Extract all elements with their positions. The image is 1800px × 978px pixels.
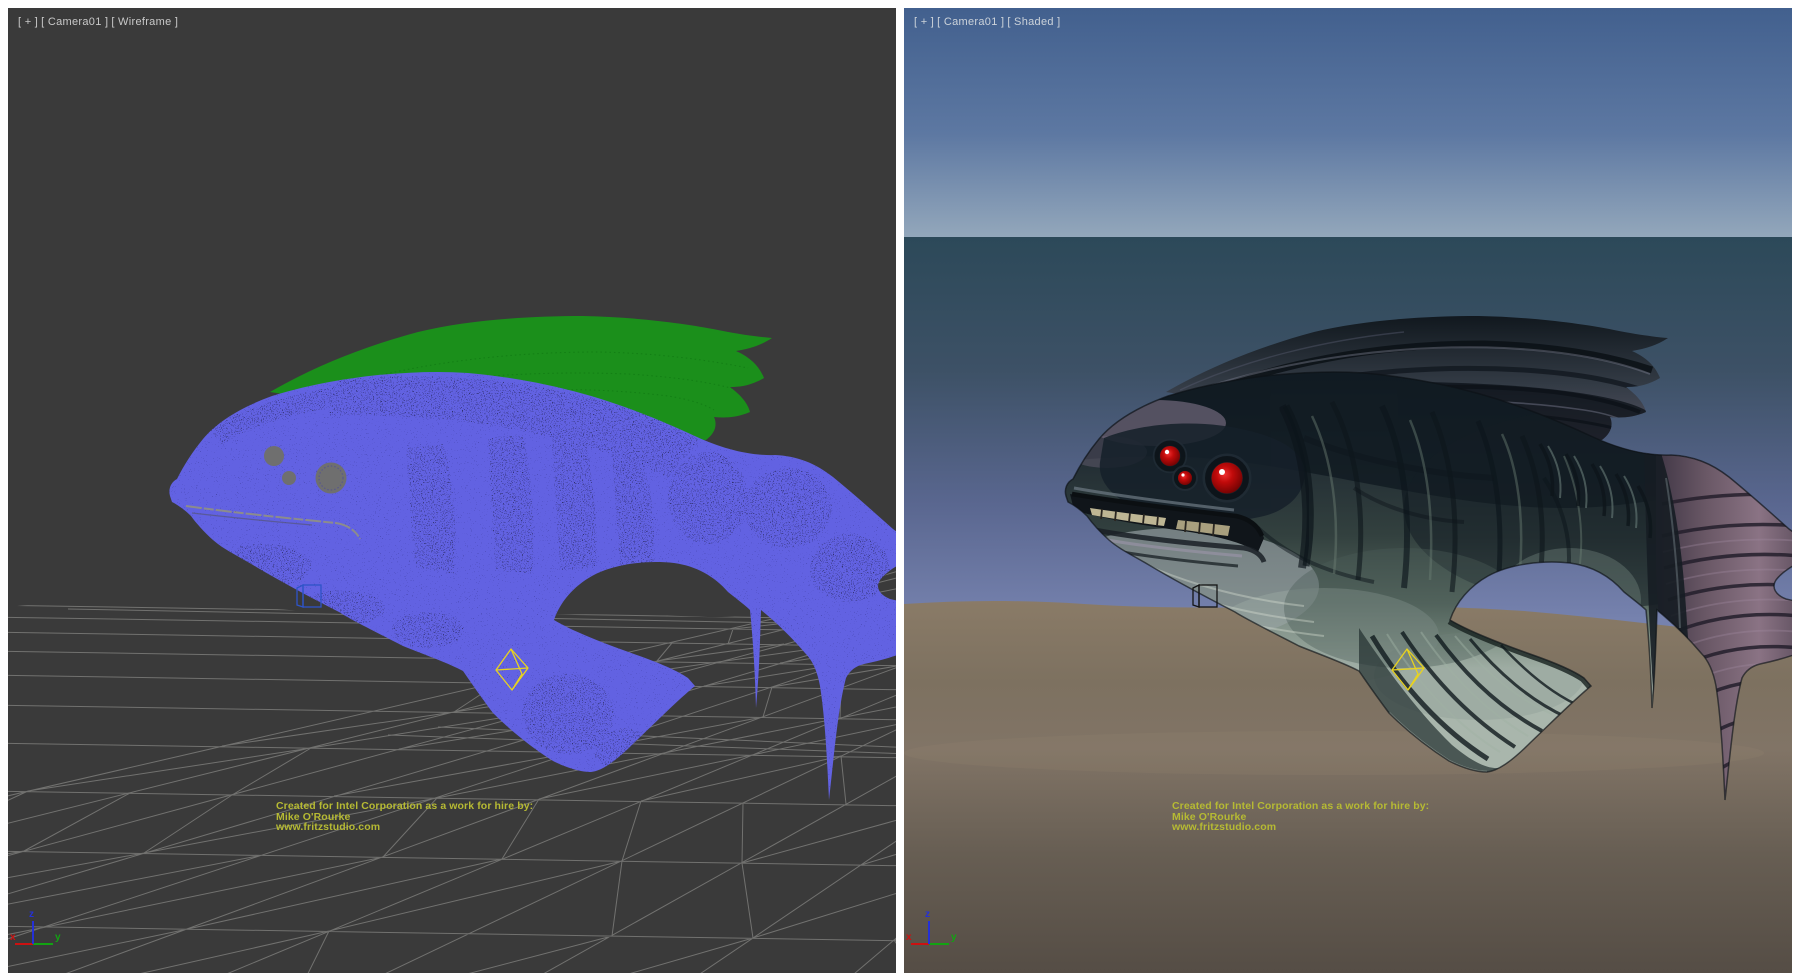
viewport-wireframe[interactable]: [ + ][ Camera01 ][ Wireframe ]: [8, 8, 896, 973]
pov-menu-button[interactable]: [ + ]: [18, 16, 38, 28]
shading-menu-button[interactable]: [ Shaded ]: [1007, 16, 1060, 28]
viewport-label-right[interactable]: [ + ][ Camera01 ][ Shaded ]: [914, 16, 1064, 28]
watermark: [275, 800, 533, 833]
viewport-shaded[interactable]: [ + ][ Camera01 ][ Shaded ]: [904, 8, 1792, 973]
fish-body-wireframe[interactable]: [169, 372, 896, 800]
viewport-label-left[interactable]: [ + ][ Camera01 ][ Wireframe ]: [18, 16, 181, 28]
max-viewport-layout: [ + ][ Camera01 ][ Wireframe ]: [0, 0, 1800, 978]
wireframe-canvas[interactable]: [8, 8, 896, 973]
shading-menu-button[interactable]: [ Wireframe ]: [111, 16, 178, 28]
shaded-canvas[interactable]: [904, 8, 1792, 973]
camera-menu-button[interactable]: [ Camera01 ]: [937, 16, 1004, 28]
pov-menu-button[interactable]: [ + ]: [914, 16, 934, 28]
camera-menu-button[interactable]: [ Camera01 ]: [41, 16, 108, 28]
sky: [904, 8, 1792, 238]
